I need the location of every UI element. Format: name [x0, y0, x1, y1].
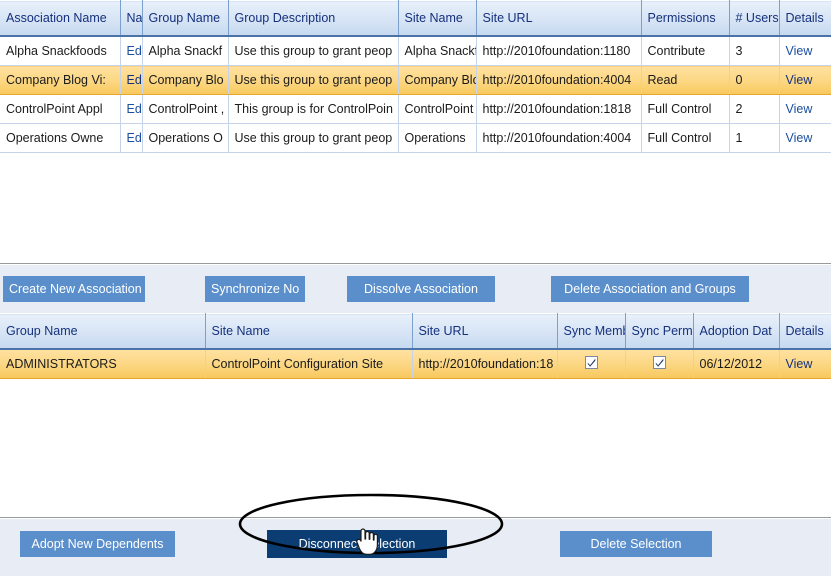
col-header-details[interactable]: Details — [779, 0, 831, 37]
view-link[interactable]: View — [786, 131, 813, 145]
col-header-site-name[interactable]: Site Name — [398, 0, 477, 37]
col-header-name[interactable]: Name — [120, 0, 143, 37]
view-link[interactable]: View — [786, 44, 813, 58]
create-new-association-button[interactable]: Create New Association — [3, 276, 145, 302]
cell-group-description: This group is for ControlPoin — [228, 94, 399, 124]
cell-details[interactable]: View — [779, 94, 831, 124]
cell-site-name: Alpha Snackf — [398, 36, 477, 66]
delete-selection-button[interactable]: Delete Selection — [560, 531, 712, 557]
associations-grid-empty-area — [0, 153, 831, 263]
cell-group-description: Use this group to grant peop — [228, 65, 399, 95]
col-header-num-users[interactable]: # Users — [729, 0, 780, 37]
col-header-dep-site-name[interactable]: Site Name — [205, 313, 413, 350]
cell-num-users: 1 — [729, 123, 780, 153]
col-header-adoption-date[interactable]: Adoption Dat — [693, 313, 780, 350]
cell-group-description: Use this group to grant peop — [228, 123, 399, 153]
cell-sync-members — [557, 349, 626, 379]
dependents-grid-empty-area — [0, 379, 831, 517]
sync-members-checkbox[interactable] — [585, 356, 598, 369]
col-header-group-description[interactable]: Group Description — [228, 0, 399, 37]
cell-permissions: Contribute — [641, 36, 730, 66]
cell-group-description: Use this group to grant peop — [228, 36, 399, 66]
cell-dep-site-url: http://2010foundation:18 — [412, 349, 558, 379]
cell-site-name: Operations — [398, 123, 477, 153]
cell-num-users: 0 — [729, 65, 780, 95]
cell-details[interactable]: View — [779, 65, 831, 95]
cell-sync-permissions — [625, 349, 694, 379]
cell-num-users: 2 — [729, 94, 780, 124]
cell-site-url: http://2010foundation:1180 — [476, 36, 642, 66]
dependent-action-bar: Adopt New Dependents Disconnect Selectio… — [0, 519, 831, 576]
cell-group-name: Alpha Snackf — [142, 36, 229, 66]
cell-association-name: Company Blog Vi: — [0, 65, 121, 95]
cell-association-name: Operations Owne — [0, 123, 121, 153]
edit-link[interactable]: Edit — [127, 73, 142, 87]
checkbox-checked-icon — [653, 356, 666, 369]
col-header-dep-group-name[interactable]: Group Name — [0, 313, 206, 350]
col-header-dep-site-url[interactable]: Site URL — [412, 313, 558, 350]
edit-link[interactable]: Edit — [127, 131, 142, 145]
col-header-sync-permissions[interactable]: Sync Permi — [625, 313, 694, 350]
adopt-new-dependents-button[interactable]: Adopt New Dependents — [20, 531, 175, 557]
checkbox-checked-icon — [585, 356, 598, 369]
dependents-grid: Group Name Site Name Site URL Sync Memb … — [0, 313, 831, 379]
cell-group-name: Operations O — [142, 123, 229, 153]
synchronize-now-button[interactable]: Synchronize No — [205, 276, 305, 302]
cell-num-users: 3 — [729, 36, 780, 66]
cell-dep-group-name: ADMINISTRATORS — [0, 349, 206, 379]
cell-dep-details[interactable]: View — [779, 349, 831, 379]
edit-link[interactable]: Edit — [127, 102, 142, 116]
col-header-permissions[interactable]: Permissions — [641, 0, 730, 37]
association-action-bar: Create New Association Synchronize No Di… — [0, 265, 831, 313]
edit-link[interactable]: Edit — [127, 44, 142, 58]
cell-site-name: Company Blo — [398, 65, 477, 95]
view-link[interactable]: View — [786, 102, 813, 116]
cell-details[interactable]: View — [779, 36, 831, 66]
cell-edit[interactable]: Edit — [120, 36, 143, 66]
cell-edit[interactable]: Edit — [120, 94, 143, 124]
col-header-group-name[interactable]: Group Name — [142, 0, 229, 37]
table-row[interactable]: Operations Owne Edit Operations O Use th… — [0, 123, 831, 153]
cell-permissions: Read — [641, 65, 730, 95]
cell-permissions: Full Control — [641, 94, 730, 124]
disconnect-selection-button[interactable]: Disconnect Selection — [267, 530, 447, 558]
cell-site-url: http://2010foundation:1818 — [476, 94, 642, 124]
cell-adoption-date: 06/12/2012 — [693, 349, 780, 379]
associations-grid-header-row: Association Name Name Group Name Group D… — [0, 0, 831, 37]
dissolve-association-button[interactable]: Dissolve Association — [347, 276, 495, 302]
cell-site-url: http://2010foundation:4004 — [476, 65, 642, 95]
view-link[interactable]: View — [786, 357, 813, 371]
table-row[interactable]: ADMINISTRATORS ControlPoint Configuratio… — [0, 349, 831, 379]
table-row[interactable]: Alpha Snackfoods Edit Alpha Snackf Use t… — [0, 36, 831, 66]
table-row[interactable]: Company Blog Vi: Edit Company Blo Use th… — [0, 65, 831, 95]
cell-permissions: Full Control — [641, 123, 730, 153]
cell-association-name: ControlPoint Appl — [0, 94, 121, 124]
view-link[interactable]: View — [786, 73, 813, 87]
sync-permissions-checkbox[interactable] — [653, 356, 666, 369]
col-header-sync-members[interactable]: Sync Memb — [557, 313, 626, 350]
table-row[interactable]: ControlPoint Appl Edit ControlPoint , Th… — [0, 94, 831, 124]
cell-dep-site-name: ControlPoint Configuration Site — [205, 349, 413, 379]
cell-edit[interactable]: Edit — [120, 123, 143, 153]
application-page: Association Name Name Group Name Group D… — [0, 0, 831, 576]
cell-association-name: Alpha Snackfoods — [0, 36, 121, 66]
col-header-dep-details[interactable]: Details — [779, 313, 831, 350]
cell-group-name: Company Blo — [142, 65, 229, 95]
cell-edit[interactable]: Edit — [120, 65, 143, 95]
cell-site-name: ControlPoint — [398, 94, 477, 124]
col-header-association-name[interactable]: Association Name — [0, 0, 121, 37]
cell-details[interactable]: View — [779, 123, 831, 153]
cell-site-url: http://2010foundation:4004 — [476, 123, 642, 153]
associations-grid: Association Name Name Group Name Group D… — [0, 0, 831, 153]
cell-group-name: ControlPoint , — [142, 94, 229, 124]
delete-association-and-groups-button[interactable]: Delete Association and Groups — [551, 276, 749, 302]
col-header-site-url[interactable]: Site URL — [476, 0, 642, 37]
dependents-grid-header-row: Group Name Site Name Site URL Sync Memb … — [0, 313, 831, 350]
